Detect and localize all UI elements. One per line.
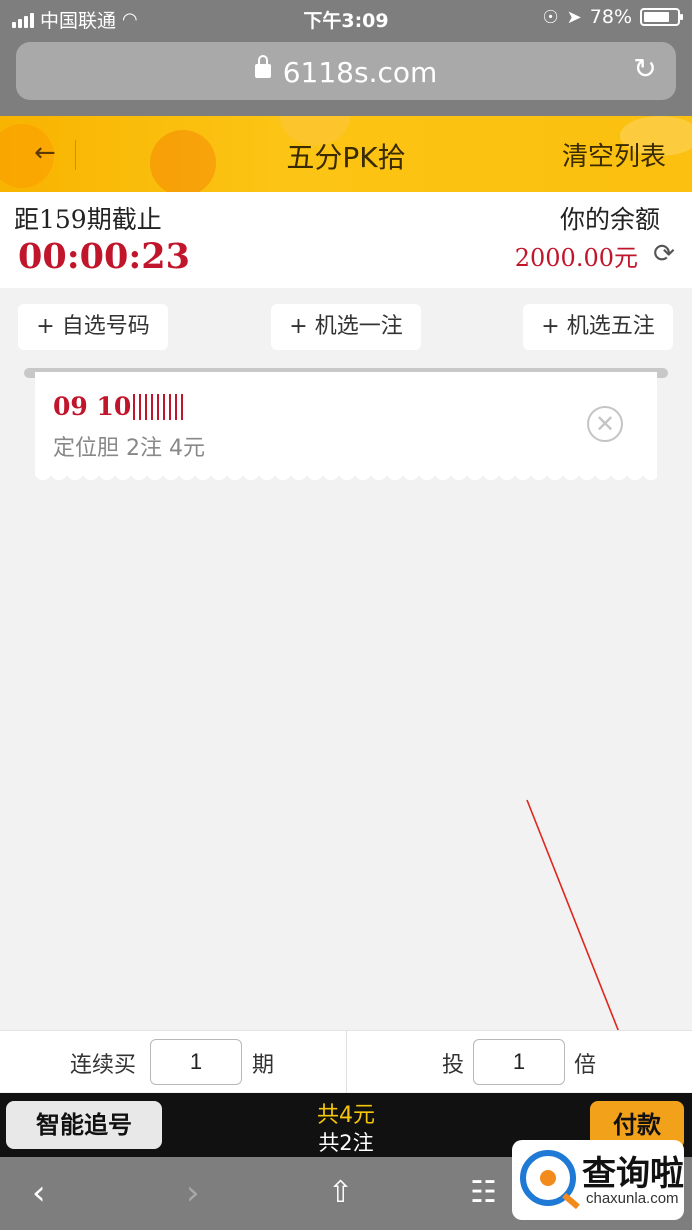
battery-icon: [640, 8, 683, 26]
clear-list-button[interactable]: 清空列表: [562, 136, 666, 173]
countdown-timer: 00:00:23: [18, 236, 190, 277]
bet-bars: [133, 393, 184, 420]
total-amount: 共4元: [317, 1103, 375, 1128]
app-header: ← 五分PK拾 清空列表: [0, 116, 692, 192]
balance-value: 2000.00元: [514, 244, 638, 272]
status-bar: 中国联通 ◠ 下午3:09 ☉ ➤ 78%: [0, 0, 692, 36]
orientation-lock-icon: ☉: [542, 6, 559, 28]
watermark-title: 查询啦: [582, 1154, 684, 1194]
site-watermark: 查询啦 chaxunla.com: [512, 1140, 684, 1220]
bookmarks-icon[interactable]: ☷: [470, 1175, 497, 1211]
watermark-subtitle: chaxunla.com: [586, 1190, 679, 1207]
deadline-label: 距159期截止: [14, 205, 162, 234]
ticket-serrated-edge: [35, 474, 657, 484]
remove-bet-icon[interactable]: ✕: [587, 406, 623, 442]
bet-multiple-label: 投: [442, 1053, 465, 1078]
location-icon: ➤: [566, 6, 582, 28]
battery-percent: 78%: [589, 6, 632, 28]
periods-unit: 期: [252, 1053, 275, 1078]
manual-pick-button[interactable]: + 自选号码: [18, 304, 168, 350]
url-text: 6118s.com: [282, 56, 438, 89]
bet-item: 09 10 定位胆 2注 4元 ✕: [35, 372, 657, 476]
bet-numbers: 09 10: [53, 392, 132, 421]
browser-chrome: 6118s.com ↻: [0, 36, 692, 116]
multiplier-row: 连续买 期 投 倍: [0, 1030, 692, 1093]
draw-info-panel: 距159期截止 00:00:23 你的余额 2000.00元 ⟳: [0, 192, 692, 288]
bet-description: 定位胆 2注 4元: [53, 436, 205, 461]
balance-label: 你的余额: [559, 205, 660, 234]
random-one-button[interactable]: + 机选一注: [271, 304, 421, 350]
back-icon[interactable]: ‹: [32, 1175, 46, 1211]
pick-actions: + 自选号码 + 机选一注 + 机选五注: [0, 304, 692, 350]
forward-icon[interactable]: ›: [186, 1175, 200, 1211]
row-divider: [346, 1031, 347, 1093]
refresh-balance-icon[interactable]: ⟳: [650, 240, 678, 268]
reload-icon[interactable]: ↻: [630, 54, 660, 84]
random-five-button[interactable]: + 机选五注: [523, 304, 673, 350]
continuous-buy-label: 连续买: [70, 1053, 137, 1078]
multiple-unit: 倍: [574, 1053, 597, 1078]
watermark-logo-icon: [520, 1150, 576, 1206]
lock-icon: [254, 55, 271, 78]
multiple-input[interactable]: [473, 1039, 565, 1085]
periods-input[interactable]: [150, 1039, 242, 1085]
share-icon[interactable]: ⇧: [328, 1175, 353, 1211]
address-bar[interactable]: 6118s.com ↻: [16, 42, 676, 100]
